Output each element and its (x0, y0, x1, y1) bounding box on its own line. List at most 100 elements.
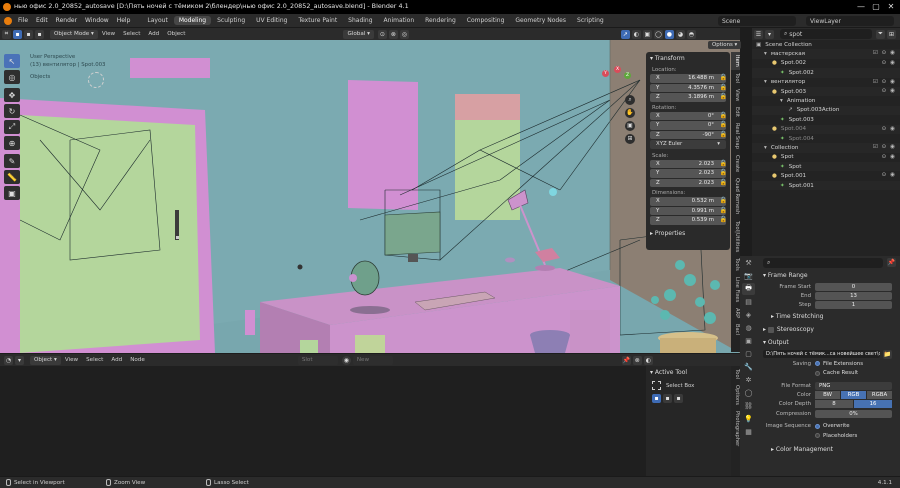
visibility-toggle-icons[interactable]: ☑ ⊙ ◉ (873, 50, 896, 56)
outliner-row[interactable]: ✦ Spot.001 (752, 180, 900, 191)
outliner-row[interactable]: ↗ Spot.003Action (752, 105, 900, 116)
file-extensions-checkbox[interactable] (815, 361, 820, 367)
view-layer-tab-icon[interactable]: ▤ (742, 296, 755, 308)
mode-dropdown[interactable]: Object Mode ▾ (50, 29, 98, 39)
editor-type-icon[interactable]: ☰ (754, 29, 763, 39)
lock-icon[interactable]: 🔓 (720, 93, 727, 100)
tab-tool[interactable]: Tool (731, 70, 740, 86)
tab-rendering[interactable]: Rendering (420, 16, 461, 25)
menu-help[interactable]: Help (117, 17, 131, 24)
lock-icon[interactable]: 🔓 (720, 216, 727, 223)
location-z-field[interactable]: Z 3.1896 m 🔓 (650, 93, 727, 102)
select-box-tool-icon[interactable]: ↖ (4, 54, 20, 68)
view-layer-selector[interactable]: ViewLayer (806, 16, 894, 26)
render-tab-icon[interactable]: 📷 (742, 270, 755, 282)
output-path-input[interactable]: D:\Пять ночей с тёмик...са новейшее свет… (763, 350, 880, 359)
transform-section-header[interactable]: ▾ Transform (646, 52, 730, 65)
gizmo-toggle-icon[interactable]: ↗ (620, 29, 630, 39)
dimensions-z-field[interactable]: Z 0.539 m 🔓 (650, 216, 727, 225)
scale-y-field[interactable]: Y 2.023 🔓 (650, 169, 727, 178)
display-mode-icon[interactable]: ▾ (765, 29, 774, 39)
folder-icon[interactable]: 📁 (883, 349, 892, 359)
tab-animation[interactable]: Animation (379, 16, 420, 25)
select-box-icon[interactable] (652, 381, 661, 390)
menu-select[interactable]: Select (86, 357, 103, 363)
output-section-header[interactable]: ▾ Output (757, 336, 900, 349)
frame-range-section-header[interactable]: ▾ Frame Range (757, 269, 900, 282)
tab-modeling[interactable]: Modeling (173, 16, 212, 25)
rotation-mode-dropdown[interactable]: XYZ Euler ▾ (650, 140, 726, 149)
3d-viewport[interactable]: User Perspective (13) вентилятор | Spot.… (0, 40, 740, 353)
outliner-row[interactable]: ● Spot.003 ⊙ ◉ (752, 86, 900, 97)
shader-type-dropdown[interactable]: Object ▾ (30, 355, 61, 365)
close-button[interactable]: ✕ (884, 1, 898, 13)
data-tab-icon[interactable]: 💡 (742, 413, 755, 425)
transform-tool-icon[interactable]: ⊕ (4, 136, 20, 150)
gizmo-z-axis[interactable]: Z (624, 72, 631, 79)
menu-file[interactable]: File (18, 17, 28, 24)
pan-hand-icon[interactable]: ✋ (625, 108, 635, 118)
active-tool-section-header[interactable]: ▾ Active Tool (646, 366, 731, 379)
new-material-button[interactable]: New (352, 355, 393, 365)
scale-x-field[interactable]: X 2.023 🔓 (650, 159, 727, 168)
scene-tab-icon[interactable]: ◈ (742, 309, 755, 321)
tool-tab-icon[interactable]: ⚒ (742, 257, 755, 269)
select-new-icon[interactable]: ▪ (652, 394, 661, 403)
constraints-tab-icon[interactable]: ⛓ (742, 400, 755, 412)
outliner-row[interactable]: ✦ Spot.004 (752, 134, 900, 143)
visibility-toggle-icons[interactable]: ⊙ ◉ (882, 126, 896, 132)
select-extend-icon[interactable]: ▪ (24, 29, 33, 39)
lock-icon[interactable]: 🔓 (720, 74, 727, 81)
color-bw-button[interactable]: BW (815, 391, 840, 400)
perspective-toggle-icon[interactable]: ⊞ (625, 134, 635, 144)
select-subtract-icon[interactable]: ▪ (674, 394, 683, 403)
tab-layout[interactable]: Layout (142, 16, 172, 25)
lock-icon[interactable]: 🔓 (720, 169, 727, 176)
object-tab-icon[interactable]: ▢ (742, 348, 755, 360)
tab-arp[interactable]: ARP (731, 305, 740, 321)
lock-icon[interactable]: 🔓 (720, 112, 727, 119)
visibility-toggle-icons[interactable]: ⊙ ◉ (882, 60, 896, 66)
properties-section-header[interactable]: ▸ Properties (646, 227, 730, 240)
snap-icon[interactable]: ⊗ (632, 355, 642, 365)
scene-selector[interactable]: Scene (718, 16, 796, 26)
material-shading-icon[interactable]: ◕ (675, 29, 685, 39)
outliner-row[interactable]: ✦ Spot.003 (752, 115, 900, 124)
menu-add[interactable]: Add (111, 357, 122, 363)
visibility-toggle-icons[interactable]: ☑ ⊙ ◉ (873, 144, 896, 150)
scale-z-field[interactable]: Z 2.023 🔓 (650, 178, 727, 187)
node-editor-canvas[interactable] (0, 366, 646, 476)
frame-end-field[interactable]: 13 (815, 292, 892, 301)
visibility-toggle-icons[interactable]: ⊙ ◉ (882, 88, 896, 94)
select-subtract-icon[interactable]: ▪ (35, 29, 44, 39)
color-depth-8-button[interactable]: 8 (815, 400, 853, 409)
tab-item[interactable]: Item (731, 52, 740, 70)
pin-icon[interactable]: 📌 (621, 355, 631, 365)
menu-view[interactable]: View (65, 357, 78, 363)
outliner-row[interactable]: ● Spot ⊙ ◉ (752, 153, 900, 162)
tab-tool[interactable]: Tool (731, 366, 740, 382)
tab-compositing[interactable]: Compositing (462, 16, 510, 25)
outliner-row[interactable]: ▾ Collection ☑ ⊙ ◉ (752, 143, 900, 153)
rotation-y-field[interactable]: Y 0° 🔓 (650, 121, 727, 130)
scale-tool-icon[interactable]: ⤢ (4, 120, 20, 134)
outliner-row[interactable]: ✦ Spot.002 (752, 68, 900, 78)
slot-dropdown[interactable]: Slot (297, 355, 338, 365)
zoom-icon[interactable]: ⌕ (625, 95, 635, 105)
outliner-row[interactable]: ● Spot.002 ⊙ ◉ (752, 59, 900, 68)
modifiers-tab-icon[interactable]: 🔧 (742, 361, 755, 373)
world-tab-icon[interactable]: ◍ (742, 322, 755, 334)
location-x-field[interactable]: X 16.488 m 🔓 (650, 74, 727, 83)
placeholders-checkbox[interactable] (815, 433, 820, 439)
color-management-section-header[interactable]: ▸ Color Management (757, 443, 900, 456)
pivot-icon[interactable]: ⊙ (377, 29, 387, 39)
filter-icon[interactable]: ⏷ (876, 29, 885, 39)
outliner-row[interactable]: ▾ вентилятор ☑ ⊙ ◉ (752, 78, 900, 87)
move-tool-icon[interactable]: ✥ (4, 88, 20, 102)
frame-start-field[interactable]: 0 (815, 282, 892, 291)
properties-search-input[interactable]: ⌕ (763, 257, 883, 268)
menu-window[interactable]: Window (85, 17, 109, 24)
pin-icon[interactable]: 📌 (887, 258, 896, 267)
menu-edit[interactable]: Edit (36, 17, 48, 24)
location-y-field[interactable]: Y 4.3576 m 🔓 (650, 83, 727, 92)
